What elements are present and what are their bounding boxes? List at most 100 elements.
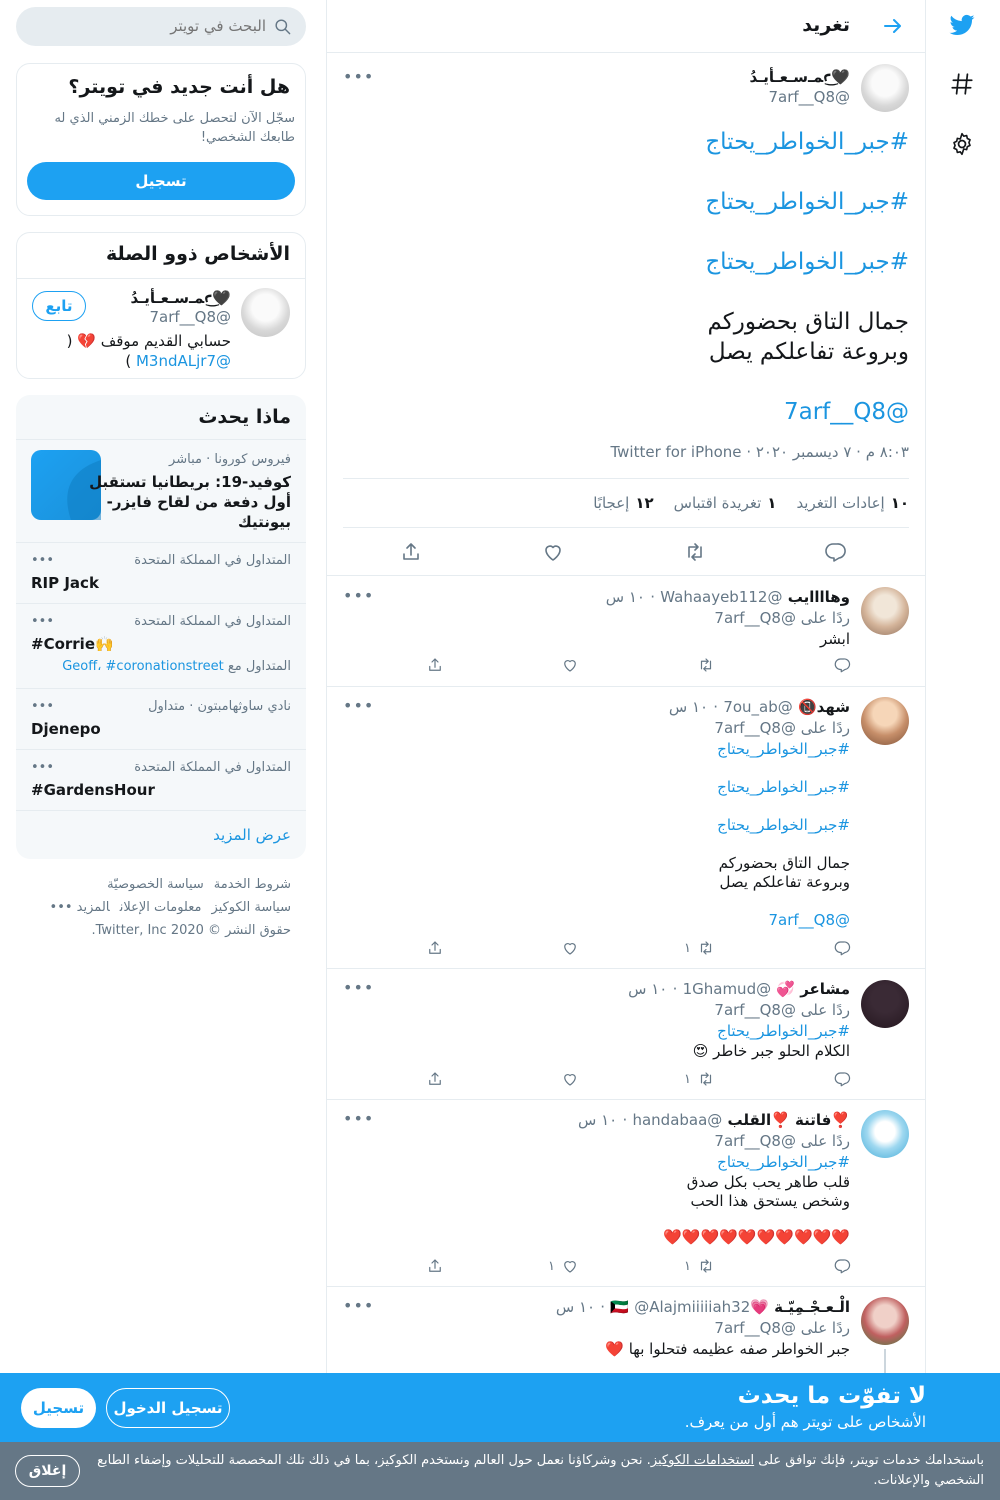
show-more-link[interactable]: عرض المزيد — [213, 826, 291, 844]
like-icon[interactable] — [555, 1070, 579, 1088]
trend-item[interactable]: نادي ساوثهامبتون · متداول ••• Djenepo — [16, 688, 306, 749]
reply-icon[interactable] — [833, 1070, 851, 1088]
reply-icon[interactable] — [833, 656, 851, 674]
more-icon[interactable]: ••• — [343, 1296, 374, 1315]
trend-item[interactable]: المتداول في المملكة المتحدة ••• RIP Jack — [16, 542, 306, 603]
reply-author[interactable]: شهد📵 @7ou_ab · ١٠ س — [669, 698, 850, 716]
mention-link[interactable]: @7arf__Q8 — [768, 910, 850, 930]
trend-item[interactable]: المتداول في المملكة المتحدة ••• #Corrie🙌… — [16, 603, 306, 688]
gear-icon[interactable] — [946, 128, 978, 160]
reply-icon[interactable] — [833, 1257, 851, 1275]
more-icon[interactable]: ••• — [31, 614, 54, 629]
reply-tweet[interactable]: شهد📵 @7ou_ab · ١٠ س ••• ردًا على @7arf__… — [327, 687, 925, 969]
hashtag-link[interactable]: #جبر_الخواطر_يحتاج — [343, 127, 909, 157]
retweet-icon[interactable]: ١ — [684, 1070, 715, 1088]
avatar[interactable] — [861, 1297, 909, 1345]
reply-to[interactable]: ردًا على @7arf__Q8 — [714, 1318, 850, 1338]
user-name[interactable]: 🖤ꜥ͜ﻤـﺳـعـأيـدُ — [130, 289, 231, 307]
news-item[interactable]: فيروس كورونا · مباشر كوفيد-19: بريطانيا … — [16, 439, 306, 542]
reply-author[interactable]: وهاااايب @Wahaayeb112 · ١٠ س — [606, 588, 850, 606]
share-icon[interactable] — [426, 1257, 444, 1275]
more-icon[interactable]: ••• — [343, 586, 374, 605]
trend-name[interactable]: RIP Jack — [31, 574, 99, 592]
reply-author[interactable]: مشاعر 💞 @1Ghamud · ١٠ س — [628, 980, 850, 998]
reply-author[interactable]: الْـعـجْـمِيّـة 💗🇰🇼 @Alajmiiiiiah32 · ١٠… — [556, 1298, 850, 1316]
retweet-icon[interactable] — [691, 656, 715, 674]
more-icon[interactable]: ••• — [31, 699, 54, 714]
share-icon[interactable] — [399, 540, 423, 564]
reply-tweet[interactable]: ❣️فاتنة ❣️القلب @handabaa · ١٠ س ••• ردً… — [327, 1100, 925, 1287]
avatar[interactable] — [861, 587, 909, 635]
more-icon[interactable]: ••• — [31, 760, 54, 775]
reply-to[interactable]: ردًا على @7arf__Q8 — [714, 1131, 850, 1151]
hashtag-link[interactable]: #جبر_الخواطر_يحتاج — [717, 1152, 850, 1172]
reply-icon[interactable] — [823, 540, 847, 564]
like-icon[interactable]: ١ — [548, 1257, 579, 1275]
retweet-icon[interactable] — [683, 540, 707, 564]
back-arrow-icon[interactable] — [881, 14, 905, 38]
reply-to[interactable]: ردًا على @7arf__Q8 — [714, 1000, 850, 1020]
search-input[interactable] — [66, 17, 266, 35]
footer-link[interactable]: المزيد ••• — [50, 900, 110, 915]
tweet-timestamp[interactable]: ٨:٠٣ م · ٧ ديسمبر ٢٠٢٠ · Twitter for iPh… — [610, 443, 909, 461]
hashtag-link[interactable]: #جبر_الخواطر_يحتاج — [717, 1021, 850, 1041]
more-icon[interactable]: ••• — [31, 553, 54, 568]
trend-name[interactable]: Djenepo — [31, 720, 101, 738]
trend-item[interactable]: المتداول في المملكة المتحدة ••• #Gardens… — [16, 749, 306, 810]
tweet-author-handle[interactable]: @7arf__Q8 — [768, 88, 850, 106]
retweets-stat[interactable]: ١٠إعادات التغريد — [796, 494, 909, 512]
avatar[interactable] — [241, 288, 290, 337]
hashtag-link[interactable]: #جبر_الخواطر_يحتاج — [343, 187, 909, 217]
close-cookie-button[interactable]: إغلاق — [15, 1455, 80, 1487]
show-more-row[interactable]: عرض المزيد — [16, 810, 306, 859]
login-button[interactable]: تسجيل الدخول — [106, 1388, 230, 1428]
footer-link[interactable]: سياسة الخصوصيّة — [107, 877, 204, 892]
avatar[interactable] — [861, 64, 909, 112]
like-icon[interactable] — [555, 939, 579, 957]
mention-link[interactable]: @7arf__Q8 — [343, 397, 909, 427]
more-icon[interactable]: ••• — [343, 696, 374, 715]
quotes-stat[interactable]: ١تغريدة اقتباس — [674, 494, 777, 512]
bio-mention-link[interactable]: @M3ndALjr7 — [136, 352, 231, 370]
signup-bar-button[interactable]: تسجيل — [21, 1388, 96, 1428]
more-icon[interactable]: ••• — [343, 67, 374, 86]
trend-name[interactable]: #Corrie🙌 — [31, 635, 114, 653]
footer-link[interactable]: شروط الخدمة — [214, 877, 291, 892]
tweet-author-name[interactable]: 🖤ꜥ͜ﻤـﺳـعـأيـدُ — [749, 68, 850, 86]
follow-button[interactable]: تابع — [32, 291, 86, 321]
user-handle[interactable]: @7arf__Q8 — [149, 308, 231, 326]
reply-tweet[interactable]: وهاااايب @Wahaayeb112 · ١٠ س ••• ردًا عل… — [327, 576, 925, 687]
footer-link[interactable]: سياسة الكوكيز — [211, 900, 291, 915]
reply-icon[interactable] — [833, 939, 851, 957]
reply-to[interactable]: ردًا على @7arf__Q8 — [714, 608, 850, 628]
like-icon[interactable] — [555, 656, 579, 674]
retweet-icon[interactable]: ١ — [684, 939, 715, 957]
reply-author[interactable]: ❣️فاتنة ❣️القلب @handabaa · ١٠ س — [578, 1111, 850, 1129]
footer-link[interactable]: معلومات الإعلان — [120, 900, 202, 915]
reply-to[interactable]: ردًا على @7arf__Q8 — [714, 718, 850, 738]
cookie-policy-link[interactable]: استخدامات الكوكيز — [651, 1453, 754, 1468]
more-icon[interactable]: ••• — [343, 1109, 374, 1128]
more-icon[interactable]: ••• — [343, 978, 374, 997]
hashtag-link[interactable]: #جبر_الخواطر_يحتاج — [717, 815, 850, 835]
search-box[interactable] — [16, 7, 306, 46]
hashtag-link[interactable]: #جبر_الخواطر_يحتاج — [717, 739, 850, 759]
trend-related: المتداول مع Geoff، #coronationstreet — [62, 659, 291, 674]
share-icon[interactable] — [426, 656, 444, 674]
avatar[interactable] — [861, 980, 909, 1028]
reply-tweet[interactable]: مشاعر 💞 @1Ghamud · ١٠ س ••• ردًا على @7a… — [327, 969, 925, 1100]
retweet-icon[interactable]: ١ — [684, 1257, 715, 1275]
like-icon[interactable] — [541, 540, 565, 564]
share-icon[interactable] — [426, 1070, 444, 1088]
hashtag-link[interactable]: #جبر_الخواطر_يحتاج — [717, 777, 850, 797]
twitter-bird-icon[interactable] — [946, 9, 978, 41]
avatar[interactable] — [861, 697, 909, 745]
signup-button[interactable]: تسجيل — [27, 162, 295, 200]
reply-tweet[interactable]: الْـعـجْـمِيّـة 💗🇰🇼 @Alajmiiiiiah32 · ١٠… — [327, 1287, 925, 1379]
avatar[interactable] — [861, 1110, 909, 1158]
hashtag-icon[interactable] — [946, 68, 978, 100]
trend-name[interactable]: #GardensHour — [31, 781, 155, 799]
hashtag-link[interactable]: #جبر_الخواطر_يحتاج — [343, 247, 909, 277]
likes-stat[interactable]: ١٢إعجابًا — [593, 494, 653, 512]
share-icon[interactable] — [426, 939, 444, 957]
